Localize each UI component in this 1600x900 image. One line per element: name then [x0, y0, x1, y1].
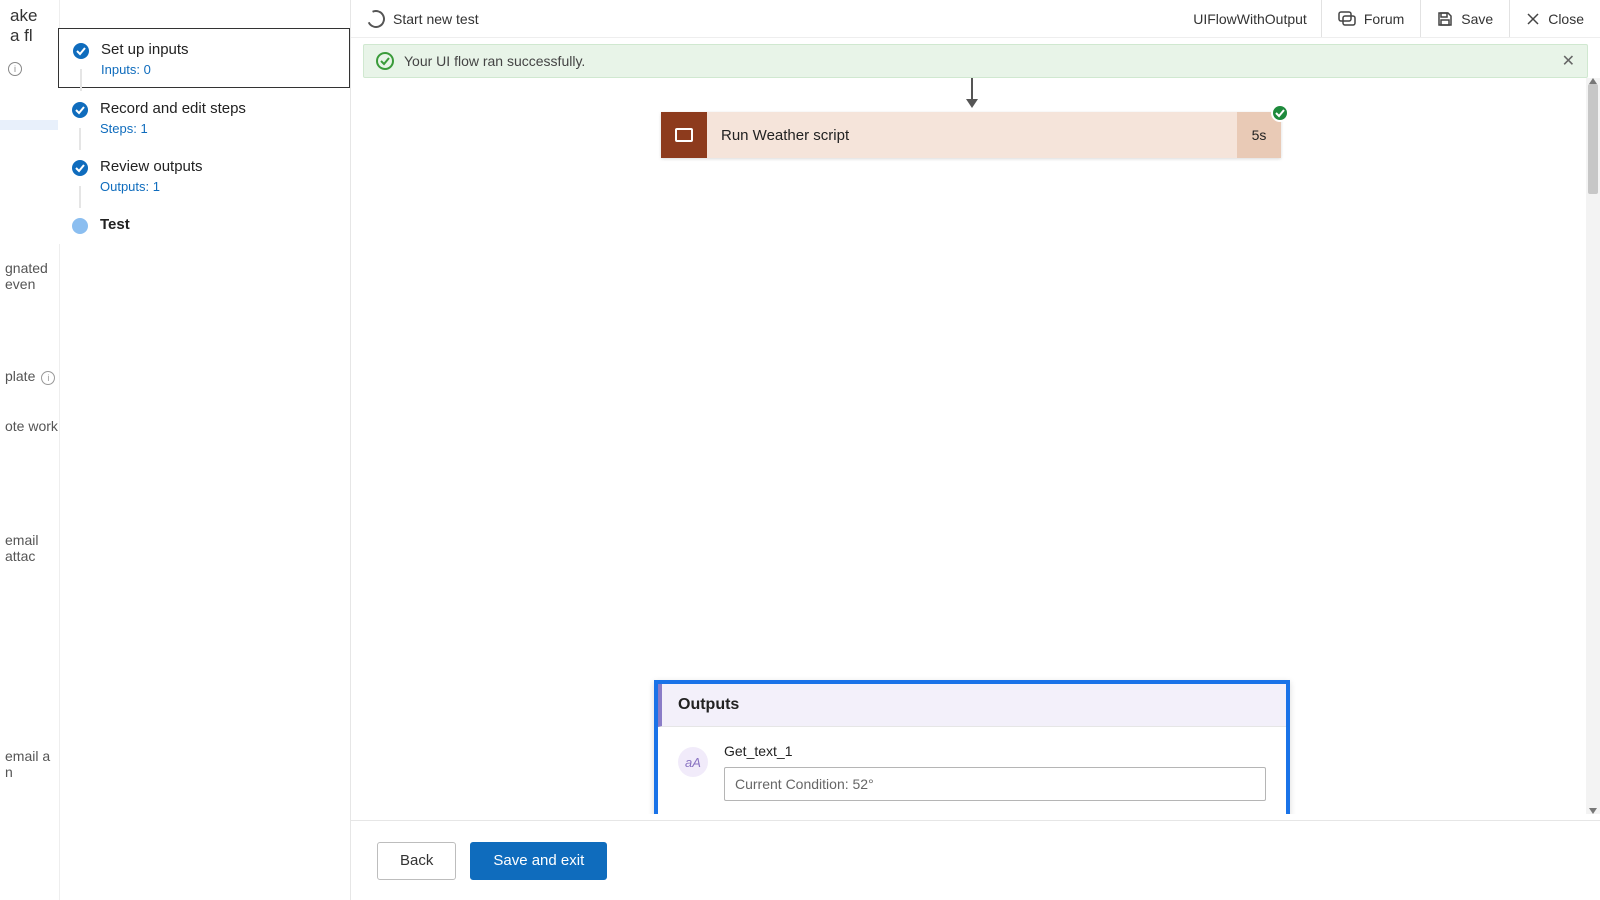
step-subtitle: Outputs: 1 — [100, 179, 203, 194]
back-button[interactable]: Back — [377, 842, 456, 880]
success-badge-icon — [1271, 104, 1289, 122]
success-icon — [376, 52, 394, 70]
bg-text-1: gnated even — [5, 260, 59, 292]
outputs-panel: Outputs aA Get_text_1 — [654, 680, 1290, 814]
step-done-icon — [72, 102, 88, 118]
make-flow-heading: ake a fl — [0, 0, 59, 52]
run-step-label: Run Weather script — [707, 112, 1237, 158]
steps-panel: Set up inputs Inputs: 0 Record and edit … — [58, 28, 350, 244]
back-label: Back — [400, 852, 433, 869]
output-name: Get_text_1 — [724, 743, 1266, 759]
step-title: Record and edit steps — [100, 100, 246, 117]
footer-bar: Back Save and exit — [351, 820, 1600, 900]
start-new-test-button[interactable]: Start new test — [351, 10, 479, 28]
output-value-field[interactable] — [724, 767, 1266, 801]
forum-label: Forum — [1364, 11, 1404, 27]
scroll-down-icon[interactable] — [1589, 808, 1597, 814]
save-exit-label: Save and exit — [493, 852, 584, 869]
step-record-edit[interactable]: Record and edit steps Steps: 1 — [58, 88, 350, 146]
info-icon: i — [8, 62, 22, 76]
banner-text: Your UI flow ran successfully. — [404, 53, 585, 69]
scrollbar-thumb[interactable] — [1588, 84, 1598, 194]
forum-button[interactable]: Forum — [1321, 0, 1420, 37]
step-setup-inputs[interactable]: Set up inputs Inputs: 0 — [58, 28, 350, 88]
background-panel: ake a fl i gnated even platei ote work e… — [0, 0, 60, 900]
close-icon — [1526, 12, 1540, 26]
save-button[interactable]: Save — [1420, 0, 1509, 37]
start-new-test-label: Start new test — [393, 11, 479, 27]
flow-arrow-icon — [971, 78, 973, 106]
flow-name: UIFlowWithOutput — [1179, 11, 1321, 27]
save-and-exit-button[interactable]: Save and exit — [470, 842, 607, 880]
step-test[interactable]: Test — [58, 204, 350, 244]
canvas: Run Weather script 5s Outputs aA Get_tex… — [351, 78, 1588, 814]
step-review-outputs[interactable]: Review outputs Outputs: 1 — [58, 146, 350, 204]
step-title: Set up inputs — [101, 41, 189, 58]
success-banner: Your UI flow ran successfully. ✕ — [363, 44, 1588, 78]
bg-text-3: ote work — [5, 418, 58, 434]
close-button[interactable]: Close — [1509, 0, 1600, 37]
step-done-icon — [73, 43, 89, 59]
step-subtitle: Steps: 1 — [100, 121, 246, 136]
step-current-icon — [72, 218, 88, 234]
main-area: Start new test UIFlowWithOutput Forum Sa… — [350, 0, 1600, 900]
banner-close-icon[interactable]: ✕ — [1562, 51, 1575, 71]
bg-text-4: email attac — [5, 532, 59, 564]
outputs-title: Outputs — [658, 684, 1286, 727]
refresh-icon — [364, 7, 387, 30]
save-label: Save — [1461, 11, 1493, 27]
step-title: Review outputs — [100, 158, 203, 175]
step-done-icon — [72, 160, 88, 176]
vertical-scrollbar[interactable] — [1586, 78, 1600, 814]
script-icon — [661, 112, 707, 158]
close-label: Close — [1548, 11, 1584, 27]
bg-text-2: platei — [5, 368, 55, 385]
save-icon — [1437, 11, 1453, 27]
text-output-icon: aA — [678, 747, 708, 777]
run-weather-script-step[interactable]: Run Weather script 5s — [661, 112, 1281, 158]
header-bar: Start new test UIFlowWithOutput Forum Sa… — [351, 0, 1600, 38]
forum-icon — [1338, 11, 1356, 27]
bg-text-5: email a n — [5, 748, 59, 780]
step-title: Test — [100, 216, 130, 233]
step-subtitle: Inputs: 0 — [101, 62, 189, 77]
